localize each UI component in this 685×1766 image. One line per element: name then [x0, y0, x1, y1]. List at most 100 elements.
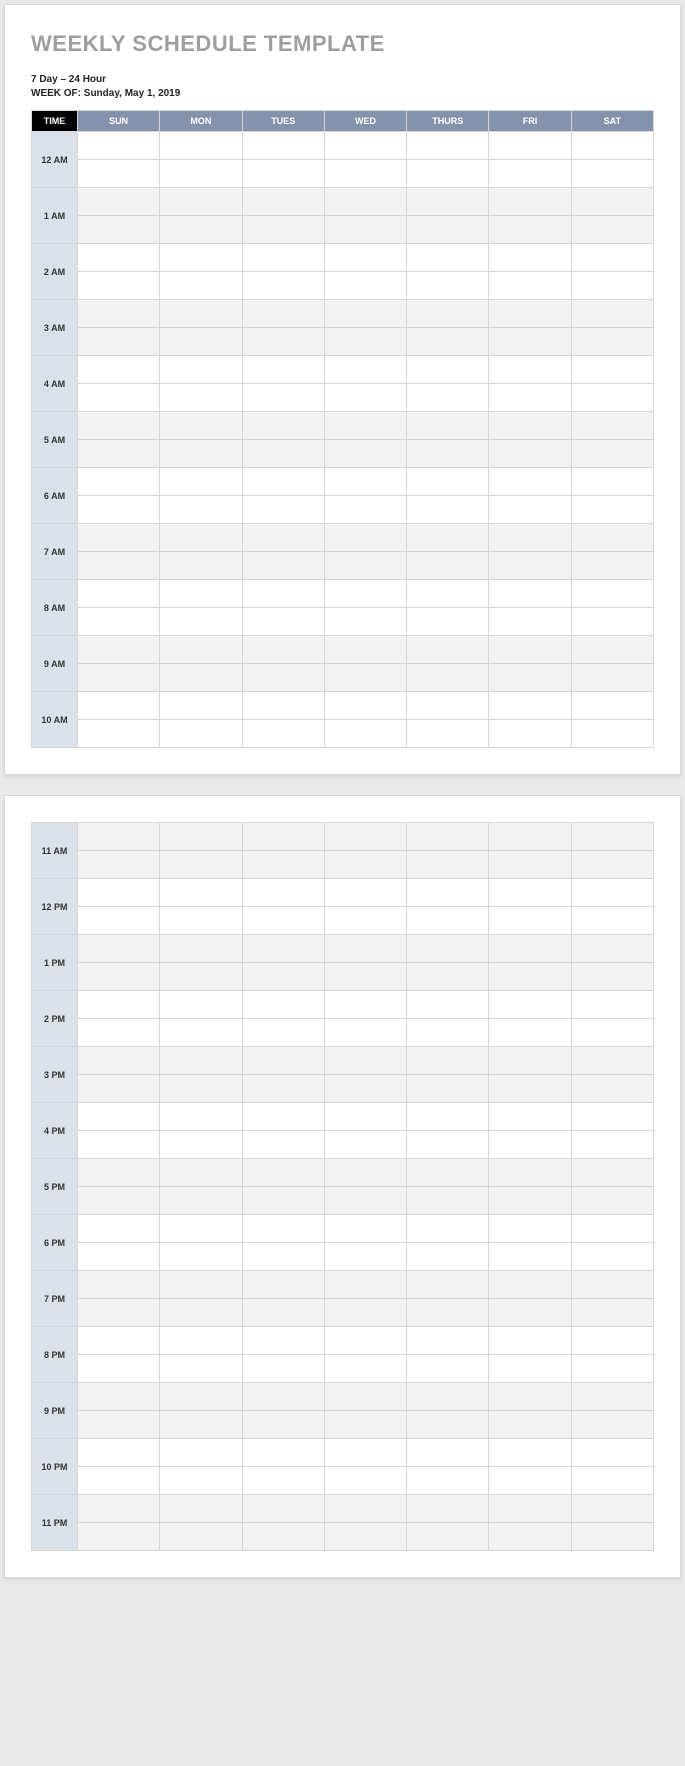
schedule-cell[interactable] — [160, 1271, 242, 1299]
schedule-cell[interactable] — [407, 1271, 489, 1299]
schedule-cell[interactable] — [324, 188, 406, 216]
schedule-cell[interactable] — [571, 1299, 653, 1327]
schedule-cell[interactable] — [78, 356, 160, 384]
schedule-cell[interactable] — [160, 935, 242, 963]
schedule-cell[interactable] — [571, 132, 653, 160]
schedule-cell[interactable] — [571, 879, 653, 907]
schedule-cell[interactable] — [160, 524, 242, 552]
schedule-cell[interactable] — [571, 1355, 653, 1383]
schedule-cell[interactable] — [324, 608, 406, 636]
schedule-cell[interactable] — [324, 300, 406, 328]
schedule-cell[interactable] — [242, 384, 324, 412]
schedule-cell[interactable] — [489, 1439, 571, 1467]
schedule-cell[interactable] — [571, 160, 653, 188]
schedule-cell[interactable] — [242, 300, 324, 328]
schedule-cell[interactable] — [489, 1187, 571, 1215]
schedule-cell[interactable] — [489, 412, 571, 440]
schedule-cell[interactable] — [407, 1215, 489, 1243]
schedule-cell[interactable] — [160, 1103, 242, 1131]
schedule-cell[interactable] — [489, 1327, 571, 1355]
schedule-cell[interactable] — [160, 272, 242, 300]
schedule-cell[interactable] — [407, 720, 489, 748]
schedule-cell[interactable] — [407, 636, 489, 664]
schedule-cell[interactable] — [407, 328, 489, 356]
schedule-cell[interactable] — [78, 1523, 160, 1551]
schedule-cell[interactable] — [489, 1159, 571, 1187]
schedule-cell[interactable] — [324, 580, 406, 608]
schedule-cell[interactable] — [160, 160, 242, 188]
schedule-cell[interactable] — [407, 935, 489, 963]
schedule-cell[interactable] — [489, 132, 571, 160]
schedule-cell[interactable] — [324, 524, 406, 552]
schedule-cell[interactable] — [78, 132, 160, 160]
schedule-cell[interactable] — [489, 720, 571, 748]
schedule-cell[interactable] — [407, 1075, 489, 1103]
schedule-cell[interactable] — [571, 907, 653, 935]
schedule-cell[interactable] — [78, 1439, 160, 1467]
schedule-cell[interactable] — [78, 580, 160, 608]
schedule-cell[interactable] — [324, 1019, 406, 1047]
schedule-cell[interactable] — [489, 552, 571, 580]
schedule-cell[interactable] — [571, 608, 653, 636]
schedule-cell[interactable] — [160, 1019, 242, 1047]
schedule-cell[interactable] — [160, 720, 242, 748]
schedule-cell[interactable] — [571, 496, 653, 524]
schedule-cell[interactable] — [489, 823, 571, 851]
schedule-cell[interactable] — [407, 384, 489, 412]
schedule-cell[interactable] — [407, 244, 489, 272]
schedule-cell[interactable] — [78, 1383, 160, 1411]
schedule-cell[interactable] — [242, 1159, 324, 1187]
schedule-cell[interactable] — [489, 636, 571, 664]
schedule-cell[interactable] — [160, 412, 242, 440]
schedule-cell[interactable] — [242, 132, 324, 160]
schedule-cell[interactable] — [571, 1495, 653, 1523]
schedule-cell[interactable] — [407, 1467, 489, 1495]
schedule-cell[interactable] — [160, 1327, 242, 1355]
schedule-cell[interactable] — [324, 1271, 406, 1299]
schedule-cell[interactable] — [324, 1355, 406, 1383]
schedule-cell[interactable] — [489, 496, 571, 524]
schedule-cell[interactable] — [242, 1243, 324, 1271]
schedule-cell[interactable] — [571, 991, 653, 1019]
schedule-cell[interactable] — [242, 608, 324, 636]
schedule-cell[interactable] — [160, 1187, 242, 1215]
schedule-cell[interactable] — [78, 1215, 160, 1243]
schedule-cell[interactable] — [324, 636, 406, 664]
schedule-cell[interactable] — [489, 1383, 571, 1411]
schedule-cell[interactable] — [78, 496, 160, 524]
schedule-cell[interactable] — [78, 963, 160, 991]
schedule-cell[interactable] — [160, 244, 242, 272]
schedule-cell[interactable] — [489, 1271, 571, 1299]
schedule-cell[interactable] — [78, 851, 160, 879]
schedule-cell[interactable] — [489, 963, 571, 991]
schedule-cell[interactable] — [78, 935, 160, 963]
schedule-cell[interactable] — [78, 720, 160, 748]
schedule-cell[interactable] — [407, 1495, 489, 1523]
schedule-cell[interactable] — [571, 1187, 653, 1215]
schedule-cell[interactable] — [78, 1467, 160, 1495]
schedule-cell[interactable] — [78, 1103, 160, 1131]
schedule-cell[interactable] — [242, 580, 324, 608]
schedule-cell[interactable] — [489, 384, 571, 412]
schedule-cell[interactable] — [489, 356, 571, 384]
schedule-cell[interactable] — [242, 1467, 324, 1495]
schedule-cell[interactable] — [160, 963, 242, 991]
schedule-cell[interactable] — [160, 300, 242, 328]
schedule-cell[interactable] — [78, 1411, 160, 1439]
schedule-cell[interactable] — [571, 468, 653, 496]
schedule-cell[interactable] — [489, 440, 571, 468]
schedule-cell[interactable] — [324, 692, 406, 720]
schedule-cell[interactable] — [571, 328, 653, 356]
schedule-cell[interactable] — [160, 216, 242, 244]
schedule-cell[interactable] — [489, 935, 571, 963]
schedule-cell[interactable] — [489, 1215, 571, 1243]
schedule-cell[interactable] — [489, 160, 571, 188]
schedule-cell[interactable] — [78, 636, 160, 664]
schedule-cell[interactable] — [407, 356, 489, 384]
schedule-cell[interactable] — [242, 907, 324, 935]
schedule-cell[interactable] — [571, 384, 653, 412]
schedule-cell[interactable] — [242, 1075, 324, 1103]
schedule-cell[interactable] — [242, 1495, 324, 1523]
schedule-cell[interactable] — [489, 1019, 571, 1047]
schedule-cell[interactable] — [571, 851, 653, 879]
